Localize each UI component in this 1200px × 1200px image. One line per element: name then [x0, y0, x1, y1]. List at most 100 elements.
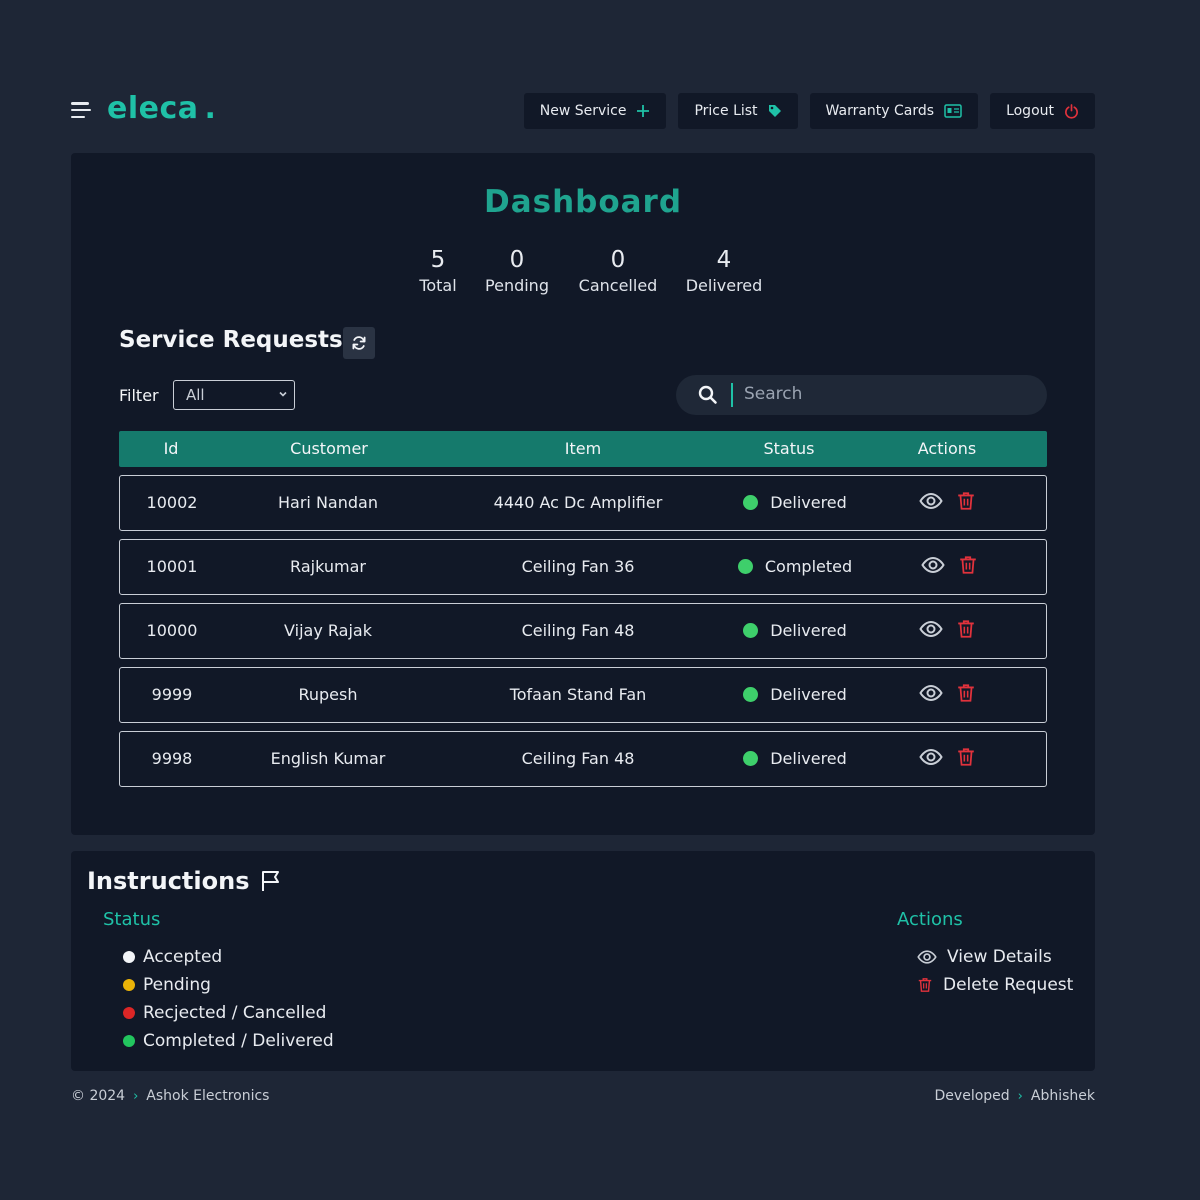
cell-status: Delivered [710, 732, 880, 786]
eye-icon[interactable] [921, 556, 945, 574]
cell-customer: Vijay Rajak [284, 621, 372, 640]
row-actions [919, 683, 975, 703]
cell-status: Delivered [710, 668, 880, 722]
instructions-title: Instructions [87, 867, 283, 895]
cell-id: 9998 [151, 749, 193, 768]
white-dot-icon [123, 951, 135, 963]
table-row[interactable]: 9998 English Kumar Ceiling Fan 48 Delivered [119, 731, 1047, 787]
filter-label: Filter [119, 386, 159, 405]
trash-icon[interactable] [957, 747, 975, 767]
search-input[interactable]: Search [676, 375, 1047, 415]
status-dot-icon [743, 495, 759, 510]
legend-item: Recjected / Cancelled [123, 999, 334, 1027]
page-title: Dashboard [483, 184, 683, 220]
id-card-icon [944, 104, 962, 118]
stat-pending: 0 Pending [485, 247, 549, 295]
stat-cancelled: 0 Cancelled [578, 247, 658, 295]
cell-customer: English Kumar [270, 749, 386, 768]
red-dot-icon [123, 1007, 135, 1019]
top-nav: New Service Price List Warranty Cards Lo… [523, 93, 1095, 129]
status-dot-icon [743, 751, 759, 766]
chevron-right-icon: › [1017, 1088, 1023, 1104]
trash-icon[interactable] [957, 619, 975, 639]
cell-item: 4440 Ac Dc Amplifier [493, 493, 663, 512]
search-icon [698, 385, 717, 404]
section-title: Service Requests [119, 327, 343, 353]
actions-legend: View Details Delete Request [917, 943, 1073, 999]
status-dot-icon [743, 623, 759, 638]
row-actions [919, 491, 975, 511]
status-dot-icon [743, 687, 759, 702]
column-header-actions: Actions [917, 439, 977, 458]
logout-button[interactable]: Logout [990, 93, 1095, 129]
hamburger-menu-icon[interactable] [71, 102, 91, 118]
status-heading: Status [103, 909, 161, 930]
tag-icon [768, 104, 782, 118]
cell-id: 10000 [146, 621, 198, 640]
eye-icon [917, 950, 937, 964]
new-service-button[interactable]: New Service [523, 93, 667, 129]
trash-icon[interactable] [957, 491, 975, 511]
cell-status: Completed [710, 540, 880, 594]
search-divider [731, 383, 733, 407]
refresh-icon [352, 336, 366, 350]
chevron-right-icon: › [133, 1088, 139, 1104]
legend-item: Accepted [123, 943, 334, 971]
cell-id: 10002 [146, 493, 198, 512]
cell-item: Ceiling Fan 48 [521, 621, 635, 640]
footer-left: © 2024 › Ashok Electronics [71, 1088, 270, 1104]
cell-customer: Hari Nandan [278, 493, 378, 512]
footer-right: Developed › Abhishek [934, 1088, 1095, 1104]
cell-customer: Rajkumar [290, 557, 366, 576]
status-dot-icon [737, 559, 753, 574]
cell-status: Delivered [710, 604, 880, 658]
green-dot-icon [123, 1035, 135, 1047]
row-actions [919, 619, 975, 639]
stat-total: 5 Total [419, 247, 457, 295]
column-header-status: Status [763, 439, 815, 458]
top-bar: eleca. New Service Price List Warranty C… [71, 91, 1095, 129]
warranty-cards-button[interactable]: Warranty Cards [809, 93, 979, 129]
plus-icon [636, 104, 650, 118]
trash-icon[interactable] [957, 683, 975, 703]
instructions-panel: Instructions Status Accepted Pending Rec… [71, 851, 1095, 1071]
dashboard-card: Dashboard 5 Total 0 Pending 0 Cancelled … [71, 153, 1095, 835]
cell-status: Delivered [710, 476, 880, 530]
trash-icon [918, 978, 932, 992]
trash-icon[interactable] [959, 555, 977, 575]
cell-item: Tofaan Stand Fan [509, 685, 647, 704]
column-header-item: Item [564, 439, 602, 458]
table-row[interactable]: 10000 Vijay Rajak Ceiling Fan 48 Delivered [119, 603, 1047, 659]
eye-icon[interactable] [919, 748, 943, 766]
legend-item-delete: Delete Request [917, 971, 1073, 999]
table-row[interactable]: 10001 Rajkumar Ceiling Fan 36 Completed [119, 539, 1047, 595]
cell-id: 10001 [146, 557, 198, 576]
eye-icon[interactable] [919, 684, 943, 702]
table-row[interactable]: 10002 Hari Nandan 4440 Ac Dc Amplifier Deli… [119, 475, 1047, 531]
cell-id: 9999 [151, 685, 193, 704]
table-header: Id Customer Item Status Actions [119, 431, 1047, 467]
filter-select[interactable]: All [173, 380, 295, 410]
legend-item-view: View Details [917, 943, 1073, 971]
actions-heading: Actions [897, 909, 963, 930]
refresh-button[interactable] [343, 327, 375, 359]
cell-item: Ceiling Fan 36 [521, 557, 635, 576]
stats-summary: 5 Total 0 Pending 0 Cancelled 4 Delivere… [71, 245, 1095, 297]
legend-item: Completed / Delivered [123, 1027, 334, 1055]
column-header-id: Id [163, 439, 179, 458]
stat-delivered: 4 Delivered [685, 247, 763, 295]
eye-icon[interactable] [919, 492, 943, 510]
eye-icon[interactable] [919, 620, 943, 638]
brand-logo[interactable]: eleca. [107, 91, 216, 126]
price-list-button[interactable]: Price List [678, 93, 798, 129]
flag-icon [262, 871, 280, 891]
power-icon [1064, 103, 1079, 119]
column-header-customer: Customer [290, 439, 368, 458]
legend-item: Pending [123, 971, 334, 999]
row-actions [919, 747, 975, 767]
cell-item: Ceiling Fan 48 [521, 749, 635, 768]
chevron-down-icon [279, 391, 287, 397]
table-row[interactable]: 9999 Rupesh Tofaan Stand Fan Delivered [119, 667, 1047, 723]
status-legend: Accepted Pending Recjected / Cancelled C… [123, 943, 334, 1055]
cell-customer: Rupesh [298, 685, 358, 704]
